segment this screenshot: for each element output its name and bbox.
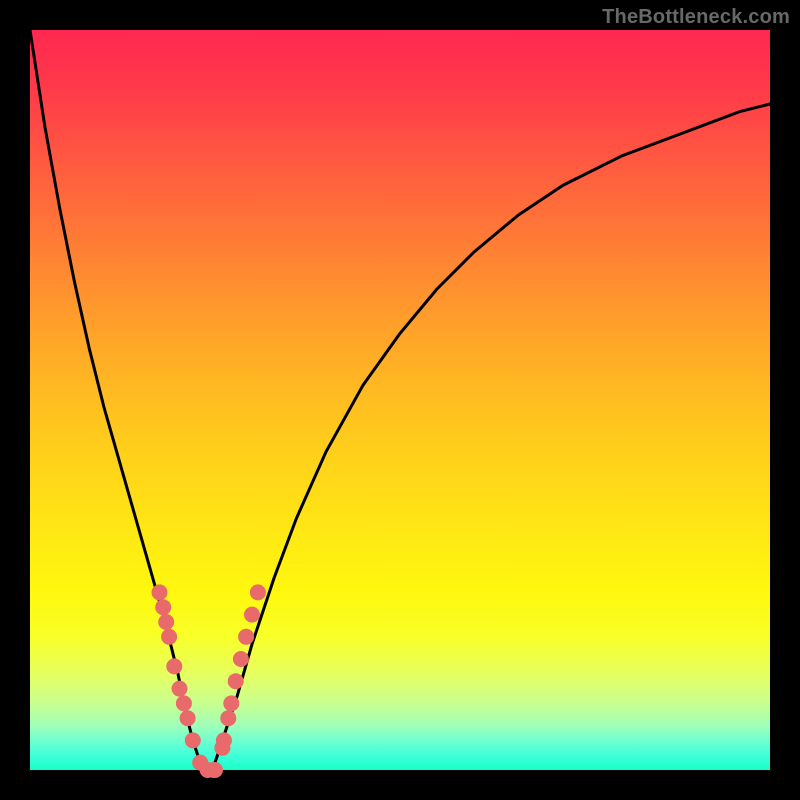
watermark-label: TheBottleneck.com [602, 6, 790, 29]
data-marker [180, 710, 196, 726]
data-marker [172, 681, 188, 697]
plot-area [30, 30, 770, 770]
bottleneck-curve [30, 30, 770, 770]
data-marker [155, 599, 171, 615]
data-marker [158, 614, 174, 630]
data-marker [185, 732, 201, 748]
data-marker [238, 629, 254, 645]
data-marker [244, 607, 260, 623]
data-marker [233, 651, 249, 667]
data-marker [223, 695, 239, 711]
data-marker [166, 658, 182, 674]
data-marker [250, 584, 266, 600]
data-marker [152, 584, 168, 600]
chart-frame: TheBottleneck.com [0, 0, 800, 800]
data-marker [220, 710, 236, 726]
curve-path [30, 30, 770, 770]
data-marker [216, 732, 232, 748]
data-marker [176, 695, 192, 711]
data-marker [207, 762, 223, 778]
data-marker [161, 629, 177, 645]
data-marker [228, 673, 244, 689]
